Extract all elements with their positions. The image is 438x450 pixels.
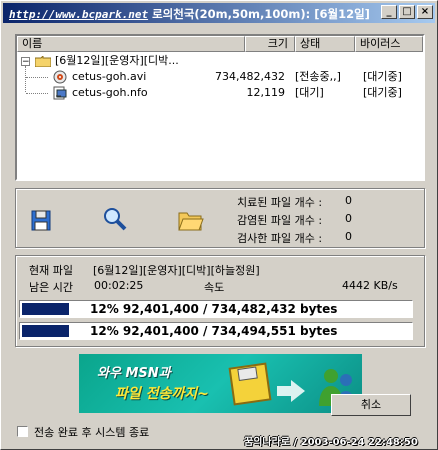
current-file-value: [6월12일][운영자][디박][하늘정원] bbox=[93, 264, 260, 277]
file-progress-fill bbox=[22, 303, 69, 315]
msn-banner[interactable]: 와우 MSN과 파일 전송까지~ bbox=[79, 354, 362, 413]
search-icon[interactable] bbox=[102, 206, 128, 232]
save-icon[interactable] bbox=[29, 208, 55, 234]
total-progress-text: 12% 92,401,400 / 734,494,551 bytes bbox=[90, 324, 338, 338]
total-progress-fill bbox=[22, 325, 69, 337]
column-header-status[interactable]: 상태 bbox=[295, 36, 355, 52]
file-row[interactable]: cetus-goh.avi 734,482,432 [전송중,,] [대기중] bbox=[19, 69, 419, 85]
arrow-icon bbox=[277, 380, 305, 402]
shutdown-checkbox[interactable] bbox=[17, 426, 28, 437]
collapse-toggle-icon[interactable]: − bbox=[21, 57, 30, 67]
cured-count-label: 치료된 파일 개수 : bbox=[237, 196, 323, 209]
file-list[interactable]: 이름 크기 상태 바이러스 − [6월12일][운영자][디박... cetus… bbox=[15, 34, 425, 181]
file-status: [대기] bbox=[295, 86, 324, 99]
remaining-time-label: 남은 시간 bbox=[29, 281, 73, 294]
watermark-text: 꿈의나라로 / 2003-06-24 22:48:50 bbox=[244, 437, 418, 448]
speed-value: 4442 KB/s bbox=[342, 279, 398, 292]
column-header-name[interactable]: 이름 bbox=[17, 36, 245, 52]
total-progress-bar: 12% 92,401,400 / 734,494,551 bytes bbox=[19, 322, 413, 340]
file-progress-bar: 12% 92,401,400 / 734,482,432 bytes bbox=[19, 300, 413, 318]
remaining-time-value: 00:02:25 bbox=[94, 279, 144, 292]
column-header-virus[interactable]: 바이러스 bbox=[355, 36, 423, 52]
infected-count-value: 0 bbox=[345, 212, 352, 225]
tree-branch bbox=[26, 93, 48, 94]
file-row[interactable]: cetus-goh.nfo 12,119 [대기] [대기중] bbox=[19, 85, 419, 101]
maximize-button[interactable]: □ bbox=[399, 5, 415, 19]
minimize-button[interactable]: _ bbox=[381, 5, 397, 19]
infected-count-label: 감염된 파일 개수 : bbox=[237, 214, 323, 227]
window-title: http://www.bcpark.net 로의천국(20m,50m,100m)… bbox=[9, 6, 370, 22]
title-url: http://www.bcpark.net bbox=[9, 8, 149, 21]
open-folder-icon[interactable] bbox=[177, 207, 204, 233]
title-text: 로의천국(20m,50m,100m): [6월12일] bbox=[152, 7, 370, 21]
close-button[interactable]: × bbox=[417, 5, 433, 19]
file-progress-text: 12% 92,401,400 / 734,482,432 bytes bbox=[90, 302, 338, 316]
transfer-window: http://www.bcpark.net 로의천국(20m,50m,100m)… bbox=[0, 0, 438, 450]
tools-group: 치료된 파일 개수 : 0 감염된 파일 개수 : 0 검사한 파일 개수 : … bbox=[15, 188, 425, 248]
folder-row[interactable]: − [6월12일][운영자][디박... bbox=[19, 53, 419, 69]
file-virus-status: [대기중] bbox=[363, 86, 402, 99]
disk-icon bbox=[227, 362, 273, 406]
cured-count-value: 0 bbox=[345, 194, 352, 207]
file-name: cetus-goh.avi bbox=[72, 70, 147, 83]
tree-branch bbox=[26, 77, 48, 78]
folder-icon bbox=[34, 54, 52, 68]
file-size: 12,119 bbox=[246, 86, 286, 99]
text-file-icon bbox=[53, 86, 67, 100]
shutdown-label: 전송 완료 후 시스템 종료 bbox=[34, 426, 150, 439]
file-size: 734,482,432 bbox=[215, 70, 285, 83]
banner-line2: 파일 전송까지~ bbox=[115, 386, 209, 402]
file-virus-status: [대기중] bbox=[363, 70, 402, 83]
file-status: [전송중,,] bbox=[295, 70, 341, 83]
title-bar[interactable]: http://www.bcpark.net 로의천국(20m,50m,100m)… bbox=[3, 3, 435, 23]
folder-label: [6월12일][운영자][디박... bbox=[55, 54, 179, 67]
scanned-count-label: 검사한 파일 개수 : bbox=[237, 232, 323, 245]
cancel-button[interactable]: 취소 bbox=[331, 394, 411, 416]
column-header-size[interactable]: 크기 bbox=[245, 36, 295, 52]
banner-line1: 와우 MSN과 bbox=[97, 366, 171, 381]
scanned-count-value: 0 bbox=[345, 230, 352, 243]
current-file-label: 현재 파일 bbox=[29, 264, 73, 277]
speed-label: 속도 bbox=[204, 281, 225, 294]
file-name: cetus-goh.nfo bbox=[72, 86, 148, 99]
column-header-size-label: 크기 bbox=[267, 37, 288, 50]
media-file-icon bbox=[53, 70, 67, 84]
